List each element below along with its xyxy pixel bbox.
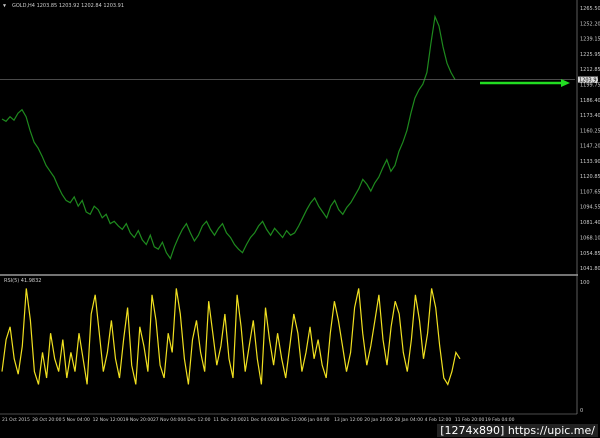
rsi-tick-label: 100 — [580, 280, 590, 286]
time-tick-label: 19 Nov 20:00 — [123, 417, 153, 423]
price-tick-label: 1147.20 — [580, 143, 600, 149]
price-tick-label: 1068.10 — [580, 235, 600, 241]
price-tick-label: 1094.55 — [580, 205, 600, 211]
symbol-header: GOLD,H4 1203.85 1203.92 1202.84 1203.91 — [12, 3, 125, 9]
price-tick-label: 1120.85 — [580, 174, 600, 180]
time-tick-label: 20 Jan 20:00 — [364, 417, 393, 423]
time-tick-label: 11 Feb 20:00 — [455, 417, 485, 423]
price-tick-label: 1054.85 — [580, 251, 600, 257]
time-tick-label: 4 Feb 12:00 — [425, 417, 452, 423]
price-tick-label: 1239.15 — [580, 37, 600, 43]
price-tick-label: 1186.40 — [580, 98, 600, 104]
price-tick-label: 1160.25 — [580, 128, 600, 134]
rsi-tick-label: 0 — [580, 408, 583, 414]
price-tick-label: 1173.40 — [580, 113, 600, 119]
time-tick-label: 19 Feb 04:00 — [485, 417, 515, 423]
time-tick-label: 6 Jan 04:00 — [304, 417, 330, 423]
price-tick-label: 1081.40 — [580, 220, 600, 226]
time-tick-label: 11 Dec 20:00 — [213, 417, 243, 423]
time-tick-label: 28 Jan 04:00 — [394, 417, 423, 423]
time-tick-label: 27 Nov 04:00 — [153, 417, 183, 423]
time-tick-label: 4 Dec 12:00 — [183, 417, 211, 423]
price-tick-label: 1225.95 — [580, 52, 600, 58]
trading-chart[interactable]: 1265.501252.201239.151225.951212.851199.… — [0, 0, 600, 438]
indicator-label: RSI(5) 41.9832 — [4, 278, 42, 284]
price-tick-label: 1265.50 — [580, 6, 600, 12]
price-tick-label: 1041.80 — [580, 266, 600, 272]
chart-background — [0, 0, 600, 438]
watermark: [1274x890] https://upic.me/ — [437, 424, 598, 437]
price-tick-label: 1107.65 — [580, 189, 600, 195]
price-tick-label: 1252.20 — [580, 21, 600, 27]
price-tick-label: 1212.85 — [580, 67, 600, 73]
time-tick-label: 13 Jan 12:00 — [334, 417, 363, 423]
time-tick-label: 28 Dec 12:00 — [274, 417, 304, 423]
time-tick-label: 28 Oct 20:00 — [32, 417, 61, 423]
time-tick-label: 5 Nov 04:00 — [62, 417, 90, 423]
current-price-label: 1203.91 — [579, 78, 600, 84]
triangle-down-icon[interactable]: ▼ — [3, 3, 6, 9]
price-tick-label: 1133.90 — [580, 159, 600, 165]
time-tick-label: 12 Nov 12:00 — [93, 417, 123, 423]
time-tick-label: 21 Dec 04:00 — [244, 417, 274, 423]
time-tick-label: 21 Oct 2015 — [2, 417, 30, 423]
